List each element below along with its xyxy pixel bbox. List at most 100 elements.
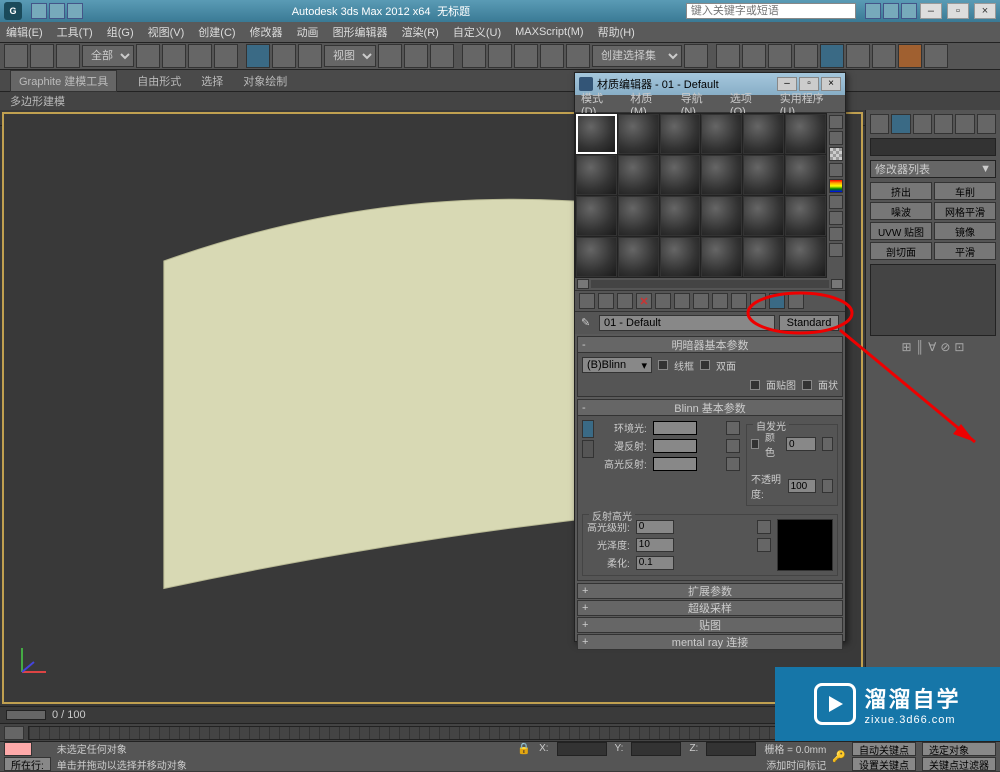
facemap-checkbox[interactable] <box>750 380 760 390</box>
trackbar-toggle[interactable] <box>4 726 24 740</box>
material-slot[interactable] <box>660 237 701 277</box>
ribbon-tab-selection[interactable]: 选择 <box>201 73 223 89</box>
scroll-right-icon[interactable] <box>831 279 843 289</box>
maximize-button[interactable]: ▫ <box>947 3 969 19</box>
shader-dropdown[interactable]: (B)Blinn▾ <box>582 357 652 373</box>
question-icon[interactable] <box>901 3 917 19</box>
go-parent-icon[interactable] <box>769 293 785 309</box>
render-setup-button[interactable] <box>846 44 870 68</box>
selfillum-color-checkbox[interactable] <box>751 439 759 449</box>
x-spinner[interactable] <box>557 742 607 756</box>
help-icon[interactable] <box>865 3 881 19</box>
menu-edit[interactable]: 编辑(E) <box>6 24 43 40</box>
selfillum-map-button[interactable] <box>822 437 833 451</box>
select-button[interactable] <box>136 44 160 68</box>
material-slot[interactable] <box>618 114 659 154</box>
rendered-frame-button[interactable] <box>872 44 896 68</box>
material-slot[interactable] <box>701 196 742 236</box>
snap3d-button[interactable] <box>488 44 512 68</box>
wire-checkbox[interactable] <box>658 360 668 370</box>
menu-help[interactable]: 帮助(H) <box>598 24 635 40</box>
link-button[interactable] <box>56 44 80 68</box>
specular-map-button[interactable] <box>726 457 740 471</box>
diffuse-map-button[interactable] <box>726 439 740 453</box>
menu-view[interactable]: 视图(V) <box>148 24 185 40</box>
mat-map-nav-icon[interactable] <box>829 243 843 257</box>
matid-icon[interactable] <box>712 293 728 309</box>
show-map-icon[interactable] <box>731 293 747 309</box>
motion-tab[interactable] <box>934 114 953 134</box>
star-icon[interactable] <box>883 3 899 19</box>
mod-extrude[interactable]: 挤出 <box>870 182 932 200</box>
material-slot[interactable] <box>785 114 826 154</box>
menu-customize[interactable]: 自定义(U) <box>453 24 501 40</box>
lock-icon[interactable]: 🔒 <box>517 742 531 755</box>
teapot-render-button[interactable] <box>924 44 948 68</box>
ribbon-tab-freeform[interactable]: 自由形式 <box>137 73 181 89</box>
mod-lathe[interactable]: 车削 <box>934 182 996 200</box>
material-slot[interactable] <box>701 237 742 277</box>
menu-tools[interactable]: 工具(T) <box>57 24 93 40</box>
options-icon[interactable] <box>829 211 843 225</box>
material-slot[interactable] <box>660 196 701 236</box>
pctsnap-button[interactable] <box>540 44 564 68</box>
undo-button[interactable] <box>4 44 28 68</box>
key-filter-button[interactable]: 关键点过滤器 <box>922 757 996 771</box>
material-slot[interactable] <box>576 196 617 236</box>
sample-type-icon[interactable] <box>829 115 843 129</box>
ambient-swatch[interactable] <box>653 421 697 435</box>
blinn-rollout-header[interactable]: -Blinn 基本参数 <box>578 400 842 416</box>
gloss-map-button[interactable] <box>757 538 771 552</box>
show-end-icon[interactable] <box>750 293 766 309</box>
configure-icon[interactable]: ⊡ <box>954 340 964 354</box>
material-slot[interactable] <box>701 155 742 195</box>
assign-to-sel-icon[interactable] <box>617 293 633 309</box>
schematic-button[interactable] <box>794 44 818 68</box>
align-button[interactable] <box>716 44 740 68</box>
scale-button[interactable] <box>298 44 322 68</box>
redo-button[interactable] <box>30 44 54 68</box>
material-type-button[interactable]: Standard <box>779 315 839 331</box>
material-slot[interactable] <box>576 237 617 277</box>
background-icon[interactable] <box>829 147 843 161</box>
ribbon-tab-paint[interactable]: 对象绘制 <box>243 73 287 89</box>
rollout-mentalray[interactable]: +mental ray 连接 <box>577 634 843 650</box>
lock-ambient-diffuse[interactable] <box>582 420 594 438</box>
display-tab[interactable] <box>955 114 974 134</box>
pivot-button[interactable] <box>378 44 402 68</box>
make-unique-icon[interactable]: ∀ <box>928 340 936 354</box>
selfillum-spinner[interactable]: 0 <box>786 437 816 451</box>
material-slot[interactable] <box>576 155 617 195</box>
material-slot[interactable] <box>785 237 826 277</box>
opacity-spinner[interactable]: 100 <box>788 479 817 493</box>
script-rec[interactable] <box>4 742 32 756</box>
put-to-scene-icon[interactable] <box>598 293 614 309</box>
show-end-icon[interactable]: ║ <box>916 340 925 354</box>
faceted-checkbox[interactable] <box>802 380 812 390</box>
spec-level-map-button[interactable] <box>757 520 771 534</box>
mod-meshsmooth[interactable]: 网格平滑 <box>934 202 996 220</box>
lock-diffuse-specular[interactable] <box>582 440 594 458</box>
move-button[interactable] <box>246 44 270 68</box>
material-slot[interactable] <box>701 114 742 154</box>
menu-render[interactable]: 渲染(R) <box>402 24 439 40</box>
material-slot[interactable] <box>618 155 659 195</box>
y-spinner[interactable] <box>631 742 681 756</box>
rollout-extended[interactable]: +扩展参数 <box>577 583 843 599</box>
modify-tab[interactable] <box>891 114 910 134</box>
setkey-button[interactable]: 设置关键点 <box>852 757 916 771</box>
key-filter-sel[interactable]: 选定对象 <box>922 742 996 756</box>
mirror-button[interactable] <box>684 44 708 68</box>
lock-button[interactable] <box>430 44 454 68</box>
sample-uv-icon[interactable] <box>829 163 843 177</box>
menu-animation[interactable]: 动画 <box>297 24 319 40</box>
material-slot[interactable] <box>785 196 826 236</box>
spinnersnap-button[interactable] <box>566 44 590 68</box>
material-slot[interactable] <box>743 196 784 236</box>
material-slot[interactable] <box>743 155 784 195</box>
soften-spinner[interactable]: 0.1 <box>636 556 674 570</box>
diffuse-swatch[interactable] <box>653 439 697 453</box>
rollout-maps[interactable]: +贴图 <box>577 617 843 633</box>
video-check-icon[interactable] <box>829 179 843 193</box>
opacity-map-button[interactable] <box>822 479 833 493</box>
